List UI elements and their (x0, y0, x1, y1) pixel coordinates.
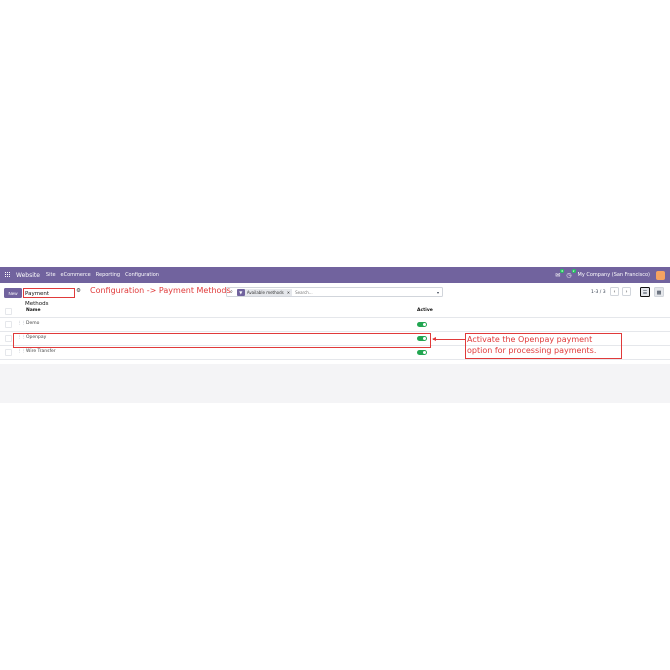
row-name: Demo (26, 321, 40, 326)
chat-icon[interactable]: ✉ 6 (555, 268, 565, 279)
annotation-callout: Activate the Openpay payment option for … (465, 333, 622, 359)
highlight-box-openpay (13, 333, 431, 348)
pager-value[interactable]: 1-3 / 3 (591, 290, 606, 295)
menu-configuration[interactable]: Configuration (125, 272, 159, 278)
row-name: Wire Transfer (26, 349, 56, 354)
search-dropdown-toggle-icon[interactable]: ▾ (437, 290, 439, 295)
navbar-systray: ✉ 6 ◷ 2 My Company (San Francisco) (555, 268, 665, 280)
chat-badge: 6 (560, 268, 565, 273)
drag-handle-icon[interactable]: ⋮⋮ (17, 349, 26, 354)
row-checkbox[interactable] (5, 321, 12, 328)
column-header-name[interactable]: Name (26, 308, 41, 313)
activity-badge: 2 (571, 268, 576, 273)
table-row[interactable]: ⋮⋮ Demo (0, 318, 670, 332)
kanban-view-icon[interactable]: ▩ (654, 287, 664, 297)
top-navbar: Website Site eCommerce Reporting Configu… (0, 267, 670, 283)
search-bar: ⌕ ▼ Available methods ✕ ▾ (226, 287, 443, 297)
company-switcher[interactable]: My Company (San Francisco) (578, 272, 651, 278)
active-toggle[interactable] (417, 322, 427, 327)
column-header-active[interactable]: Active (417, 308, 433, 313)
list-empty-area (0, 364, 670, 403)
new-button[interactable]: New (4, 288, 22, 298)
row-checkbox[interactable] (5, 349, 12, 356)
search-input[interactable] (295, 289, 406, 295)
drag-handle-icon[interactable]: ⋮⋮ (17, 321, 26, 326)
app-brand[interactable]: Website (16, 272, 40, 279)
gear-icon[interactable]: ⚙ (76, 288, 81, 294)
menu-reporting[interactable]: Reporting (96, 272, 120, 278)
annotation-arrow-icon (432, 337, 466, 341)
search-facet: Available methods ✕ (244, 288, 293, 296)
active-toggle[interactable] (417, 350, 427, 355)
annotation-path: Configuration -> Payment Methods (90, 286, 231, 295)
search-icon[interactable]: ⌕ (230, 289, 233, 295)
pager-prev-icon[interactable]: ‹ (610, 287, 619, 296)
facet-close-icon[interactable]: ✕ (287, 290, 290, 295)
menu-site[interactable]: Site (46, 272, 56, 278)
user-avatar[interactable] (656, 270, 665, 280)
facet-label: Available methods (246, 289, 284, 295)
select-all-checkbox[interactable] (5, 308, 12, 315)
apps-grid-icon[interactable] (5, 272, 11, 278)
breadcrumb-title: Payment Methods (23, 288, 75, 307)
table-header: Name Active (0, 306, 670, 318)
row-checkbox[interactable] (5, 335, 12, 342)
filter-facet-icon: ▼ (236, 288, 245, 296)
menu-ecommerce[interactable]: eCommerce (61, 272, 91, 278)
pager-next-icon[interactable]: › (622, 287, 631, 296)
list-view-icon[interactable]: ☰ (640, 287, 650, 297)
activity-clock-icon[interactable]: ◷ 2 (566, 268, 576, 279)
